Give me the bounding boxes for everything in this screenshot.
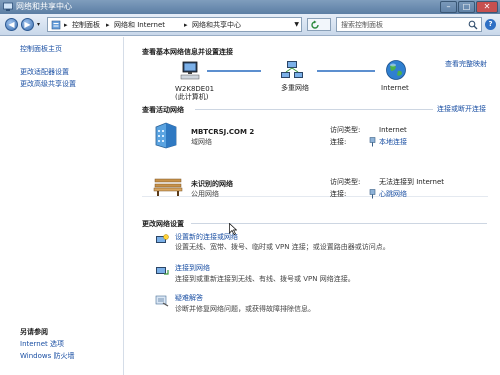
view-full-map-link[interactable]: 查看完整映射 — [445, 60, 487, 69]
main-content: 查看基本网络信息并设置连接 查看完整映射 W2K8DE01 (此计算机) 多重网… — [125, 37, 500, 375]
forward-button[interactable]: ▶ — [21, 18, 34, 31]
computer-icon — [180, 61, 200, 80]
refresh-button[interactable] — [307, 18, 331, 31]
public-network-icon — [153, 178, 183, 196]
sidebar: 控制面板主页 更改适配器设置 更改高级共享设置 另请参阅 Internet 选项… — [0, 37, 124, 375]
task-connect-to-network[interactable]: 连接到网络 — [175, 264, 210, 273]
connection-label: 连接: — [330, 138, 347, 146]
network-type: 域网络 — [191, 138, 212, 146]
refresh-icon — [311, 20, 319, 29]
ethernet-icon — [369, 189, 376, 199]
mouse-cursor-icon — [229, 223, 237, 235]
new-connection-icon — [156, 234, 169, 243]
address-bar: ◀ ▶ ▾ ▸ 控制面板 ▸ 网络和 Internet ▸ 网络和共享中心 ▼ … — [0, 14, 500, 36]
crumb-network-internet[interactable]: 网络和 Internet — [114, 20, 165, 30]
access-type-label: 访问类型: — [330, 178, 361, 186]
minimize-button[interactable]: – — [440, 1, 457, 13]
sidebar-item-control-panel-home[interactable]: 控制面板主页 — [20, 45, 62, 54]
sidebar-item-advanced-sharing[interactable]: 更改高级共享设置 — [20, 80, 76, 89]
see-also-windows-firewall[interactable]: Windows 防火墙 — [20, 352, 74, 361]
ethernet-icon — [369, 137, 376, 147]
task-troubleshoot[interactable]: 疑难解答 — [175, 294, 203, 303]
window-title: 网络和共享中心 — [16, 2, 72, 11]
page-title: 查看基本网络信息并设置连接 — [142, 48, 233, 56]
network-name: MBTCRSJ.COM 2 — [191, 128, 255, 136]
access-type-value: Internet — [379, 126, 407, 134]
domain-network-icon — [155, 122, 177, 149]
recent-pages-icon[interactable]: ▾ — [37, 21, 40, 28]
connect-disconnect-link[interactable]: 连接或断开连接 — [437, 105, 486, 114]
crumb-network-sharing-center[interactable]: 网络和共享中心 — [192, 20, 241, 30]
divider — [195, 109, 433, 110]
search-input[interactable]: 搜索控制面板 — [336, 17, 482, 32]
this-computer-sub: (此计算机) — [175, 93, 209, 101]
sidebar-item-change-adapter[interactable]: 更改适配器设置 — [20, 68, 69, 77]
title-bar: 网络和共享中心 – □ ✕ — [0, 0, 500, 14]
network-type: 公用网络 — [191, 190, 219, 198]
internet-label: Internet — [381, 84, 409, 92]
task-description: 诊断并修复网络问题，或获得故障排除信息。 — [175, 305, 315, 313]
connection-link-local[interactable]: 本地连接 — [379, 138, 407, 147]
search-icon[interactable] — [468, 20, 478, 30]
change-settings-heading: 更改网络设置 — [142, 220, 184, 228]
active-networks-heading: 查看活动网络 — [142, 106, 184, 114]
connection-label: 连接: — [330, 190, 347, 198]
maximize-button[interactable]: □ — [458, 1, 475, 13]
control-panel-icon — [51, 20, 61, 30]
network-center-icon — [3, 2, 13, 11]
connection-link-heartbeat[interactable]: 心跳网络 — [379, 190, 407, 199]
connect-network-icon — [156, 267, 169, 275]
breadcrumb[interactable]: ▸ 控制面板 ▸ 网络和 Internet ▸ 网络和共享中心 ▼ — [47, 17, 302, 32]
globe-icon — [386, 60, 406, 80]
task-description: 设置无线、宽带、拨号、临时或 VPN 连接；或设置路由器或访问点。 — [175, 243, 390, 251]
chevron-down-icon[interactable]: ▼ — [294, 21, 299, 28]
close-button[interactable]: ✕ — [476, 1, 498, 13]
access-type-label: 访问类型: — [330, 126, 361, 134]
help-icon[interactable]: ? — [485, 19, 496, 30]
multiple-networks-icon — [281, 61, 303, 78]
task-description: 连接到或重新连接到无线、有线、拨号或 VPN 网络连接。 — [175, 275, 355, 283]
connection-line — [207, 70, 261, 72]
back-button[interactable]: ◀ — [5, 18, 18, 31]
search-placeholder: 搜索控制面板 — [341, 21, 383, 29]
troubleshoot-icon — [155, 295, 169, 307]
see-also-heading: 另请参阅 — [20, 328, 48, 336]
crumb-control-panel[interactable]: 控制面板 — [72, 20, 100, 30]
network-name: 未识别的网络 — [191, 180, 233, 188]
multiple-networks-label: 多重网络 — [281, 84, 309, 92]
access-type-value: 无法连接到 Internet — [379, 178, 445, 186]
see-also-internet-options[interactable]: Internet 选项 — [20, 340, 64, 349]
connection-line — [317, 70, 375, 72]
